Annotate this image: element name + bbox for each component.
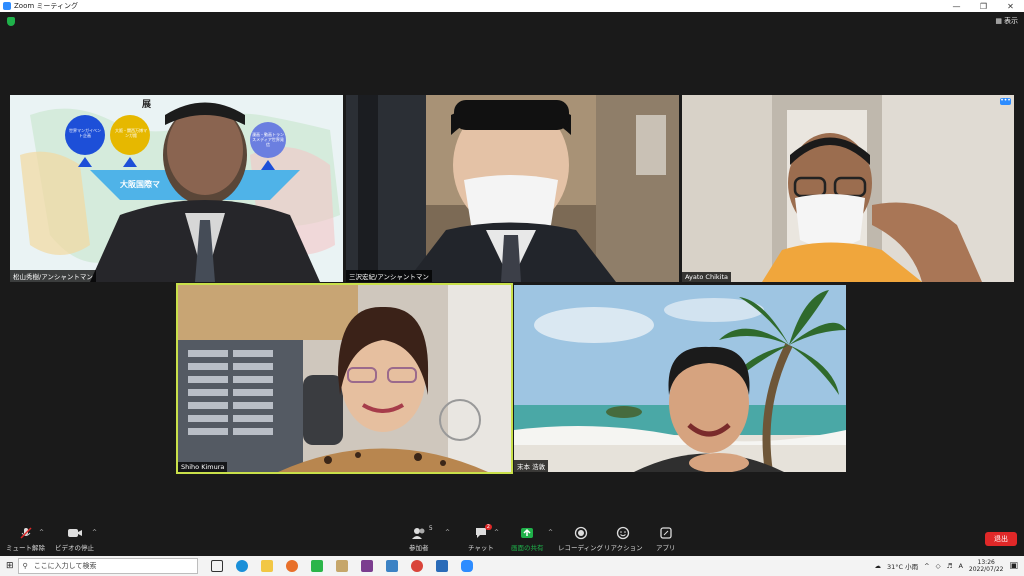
- system-tray: ☁ 31°C 小雨 ^ ◇ ♬ A 13:26 2022/07/22 ▣: [875, 556, 1024, 576]
- chat-options-caret-icon[interactable]: ^: [494, 529, 499, 536]
- meeting-toolbar: ミュート解除 ^ ビデオの停止 ^ 5 参加者 ^ 2 チャット ^ 画面の共有…: [0, 520, 1024, 556]
- os-taskbar: ⊞ ⚲ ここに入力して検索 ☁ 31°C 小雨 ^ ◇ ♬ A 13:26 20…: [0, 556, 1024, 576]
- paint-icon[interactable]: [335, 560, 348, 572]
- apps-label: アプリ: [656, 544, 676, 552]
- tray-chevron-icon[interactable]: ^: [924, 562, 929, 570]
- task-view-icon[interactable]: [210, 560, 223, 572]
- audio-options-caret-icon[interactable]: ^: [39, 529, 44, 536]
- window-titlebar: Zoom ミーティング — ❐ ✕: [0, 0, 1024, 12]
- slide-circle-left-text: 世界マンガイベント企画: [69, 128, 101, 138]
- share-screen-icon: [520, 526, 534, 540]
- chat-unread-badge: 2: [484, 524, 492, 530]
- window-controls: — ❐ ✕: [943, 2, 1024, 11]
- slack-icon[interactable]: [360, 560, 373, 572]
- slide-circle-right-text: 漫画・動画トランスメディア世界発信: [252, 132, 284, 147]
- more-options-icon[interactable]: •••: [1000, 98, 1011, 105]
- smiley-icon: [616, 526, 630, 540]
- chat-button[interactable]: 2 チャット: [468, 524, 494, 552]
- notes-icon[interactable]: [385, 560, 398, 572]
- video-feed: [346, 95, 679, 282]
- grid-icon: ▦: [995, 17, 1002, 25]
- share-options-caret-icon[interactable]: ^: [548, 529, 553, 536]
- video-feed: [682, 95, 1014, 282]
- apps-icon: [659, 526, 673, 540]
- search-placeholder: ここに入力して検索: [33, 562, 97, 570]
- video-tile-1[interactable]: 展 大阪国際マ 世界マンガイベント企画 大阪・関西万博マンガ館 漫画・動画トラン…: [10, 95, 343, 282]
- muted-microphone-icon: [19, 526, 33, 540]
- participants-options-caret-icon[interactable]: ^: [445, 529, 450, 536]
- video-options-caret-icon[interactable]: ^: [92, 529, 97, 536]
- firefox-icon[interactable]: [285, 560, 298, 572]
- video-camera-icon: [67, 526, 83, 540]
- video-label: ビデオの停止: [55, 544, 94, 552]
- share-screen-button[interactable]: 画面の共有: [511, 526, 544, 552]
- participant-name-label: Shiho Kimura: [178, 462, 228, 472]
- video-tile-2[interactable]: 三沢宏紀/アンシャントマン: [346, 95, 679, 282]
- mute-label: ミュート解除: [6, 544, 45, 552]
- windows-start-icon[interactable]: ⊞: [6, 561, 14, 571]
- participant-name-label: 松山秀樹/アンシャントマン: [10, 270, 96, 282]
- view-label: 表示: [1004, 17, 1018, 25]
- apps-button[interactable]: アプリ: [656, 526, 676, 552]
- participants-icon: 5: [411, 525, 433, 540]
- magnifier-icon: ⚲: [22, 562, 28, 570]
- zoom-logo-icon: [3, 2, 11, 10]
- meeting-top-strip: ▦ 表示: [0, 12, 1024, 32]
- slide-title-fragment: 展: [142, 100, 152, 110]
- line-app-icon[interactable]: [310, 560, 323, 572]
- clock-date: 2022/07/22: [968, 566, 1004, 573]
- participants-label: 参加者: [409, 544, 429, 552]
- chat-bubble-icon: 2: [474, 524, 492, 540]
- minimize-button[interactable]: —: [943, 2, 970, 11]
- edge-browser-icon[interactable]: [235, 560, 248, 572]
- record-button[interactable]: レコーディング: [558, 526, 603, 552]
- view-button[interactable]: ▦ 表示: [995, 16, 1018, 26]
- chrome-icon[interactable]: [410, 560, 423, 572]
- volume-icon[interactable]: ♬: [947, 562, 953, 570]
- video-feed: [514, 285, 846, 472]
- video-tile-4-active-speaker[interactable]: Shiho Kimura: [176, 283, 513, 474]
- network-icon[interactable]: ◇: [936, 562, 941, 570]
- participants-button[interactable]: 5 参加者: [409, 525, 433, 552]
- record-icon: [574, 526, 588, 540]
- file-explorer-icon[interactable]: [260, 560, 273, 572]
- reactions-label: リアクション: [604, 544, 643, 552]
- system-clock[interactable]: 13:26 2022/07/22: [969, 559, 1004, 573]
- video-feed: [178, 285, 511, 472]
- weather-text: 31°C 小雨: [887, 563, 919, 571]
- clock-time: 13:26: [977, 559, 995, 566]
- slide-circle-mid-text: 大阪・関西万博マンガ館: [115, 128, 147, 138]
- participant-name-label: Ayato Chikita: [682, 272, 731, 282]
- window-title: Zoom ミーティング: [14, 2, 78, 10]
- video-toggle-button[interactable]: ビデオの停止: [55, 526, 94, 552]
- share-label: 画面の共有: [511, 544, 544, 552]
- reactions-button[interactable]: リアクション: [604, 526, 643, 552]
- security-shield-icon[interactable]: [7, 17, 15, 26]
- participant-name-label: 三沢宏紀/アンシャントマン: [346, 270, 432, 282]
- participants-count: 5: [428, 525, 433, 532]
- slide-banner-text: 大阪国際マ: [120, 180, 160, 189]
- leave-meeting-button[interactable]: 退出: [985, 532, 1017, 546]
- taskbar-search-box[interactable]: ⚲ ここに入力して検索: [17, 558, 198, 574]
- weather-cloud-icon: ☁: [874, 562, 882, 570]
- chat-label: チャット: [468, 544, 494, 552]
- photos-icon[interactable]: [435, 560, 448, 572]
- ime-indicator[interactable]: A: [958, 562, 962, 570]
- participant-name-label: 末本 浩敦: [514, 460, 549, 472]
- zoom-app-icon[interactable]: [460, 560, 473, 572]
- close-button[interactable]: ✕: [997, 2, 1024, 11]
- video-feed: [10, 95, 343, 282]
- restore-button[interactable]: ❐: [970, 2, 997, 11]
- notifications-icon[interactable]: ▣: [1009, 561, 1018, 571]
- record-label: レコーディング: [558, 544, 604, 552]
- video-tile-3[interactable]: ••• Ayato Chikita: [682, 95, 1014, 282]
- video-tile-5[interactable]: 末本 浩敦: [514, 285, 846, 472]
